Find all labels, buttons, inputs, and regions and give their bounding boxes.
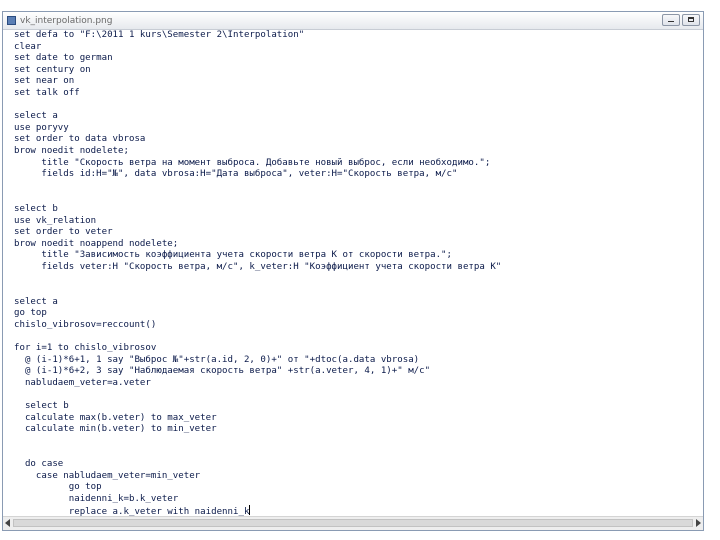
code-line: set order to data vbrosa (14, 134, 146, 145)
arrow-left-icon[interactable] (5, 519, 10, 527)
document-icon (7, 16, 16, 25)
horizontal-scrollbar[interactable] (3, 516, 703, 530)
code-line: set talk off (14, 87, 80, 98)
arrow-right-icon[interactable] (696, 519, 701, 527)
code-text: set defa to "F:\2011 1 kurs\Semester 2\I… (3, 30, 703, 516)
code-line: do case (14, 458, 64, 469)
code-line: use vk_relation (14, 215, 97, 226)
code-line: case nabludaem_veter=min_veter (14, 470, 201, 481)
code-line: clear (14, 41, 42, 52)
code-line: @ (i-1)*6+1, 1 say "Выброс №"+str(a.id, … (14, 354, 420, 365)
scroll-thumb[interactable] (13, 519, 693, 527)
code-line: brow noedit noappend nodelete; (14, 238, 179, 249)
code-line: select a (14, 296, 58, 307)
window-controls (662, 14, 700, 26)
code-line: set defa to "F:\2011 1 kurs\Semester 2\I… (14, 30, 305, 40)
code-line: fields id:H="№", data vbrosa:H="Дата выб… (14, 169, 458, 180)
window-title: vk_interpolation.png (20, 15, 113, 26)
code-line: set order to veter (14, 227, 113, 238)
code-line: select b (14, 401, 69, 411)
code-line: set century on (14, 64, 91, 75)
code-line: naidenni_k=b.k_veter (14, 493, 179, 504)
code-line: replace a.k_veter with naidenni_k (14, 505, 251, 516)
code-line: go top (14, 308, 47, 319)
image-viewer-window: vk_interpolation.png set defa to "F:\201… (2, 11, 704, 531)
code-line: @ (i-1)*6+2, 3 say "Наблюдаемая скорость… (14, 366, 431, 377)
title-bar[interactable]: vk_interpolation.png (3, 12, 703, 30)
code-editor[interactable]: set defa to "F:\2011 1 kurs\Semester 2\I… (3, 30, 703, 516)
text-cursor (249, 505, 251, 516)
code-line: nabludaem_veter=a.veter (14, 377, 151, 388)
code-line: go top (14, 482, 102, 493)
code-line: for i=1 to chislo_vibrosov (14, 343, 157, 354)
code-line: calculate max(b.veter) to max_veter (14, 412, 217, 423)
maximize-button[interactable] (682, 14, 700, 26)
code-line: select b (14, 203, 58, 214)
code-line: calculate min(b.veter) to min_veter (14, 424, 217, 435)
code-line: fields veter:H "Скорость ветра, м/с", k_… (14, 261, 502, 272)
code-line: set near on (14, 76, 75, 87)
code-line: title "Скорость ветра на момент выброса.… (14, 157, 491, 168)
code-line: chislo_vibrosov=reccount() (14, 319, 157, 330)
code-line: set date to german (14, 53, 113, 64)
minimize-button[interactable] (662, 14, 680, 26)
code-line: select a (14, 111, 58, 122)
code-line: brow noedit nodelete; (14, 145, 129, 156)
code-line: use poryvy (14, 122, 69, 133)
code-line: title "Зависимость коэффициента учета ск… (14, 250, 452, 261)
